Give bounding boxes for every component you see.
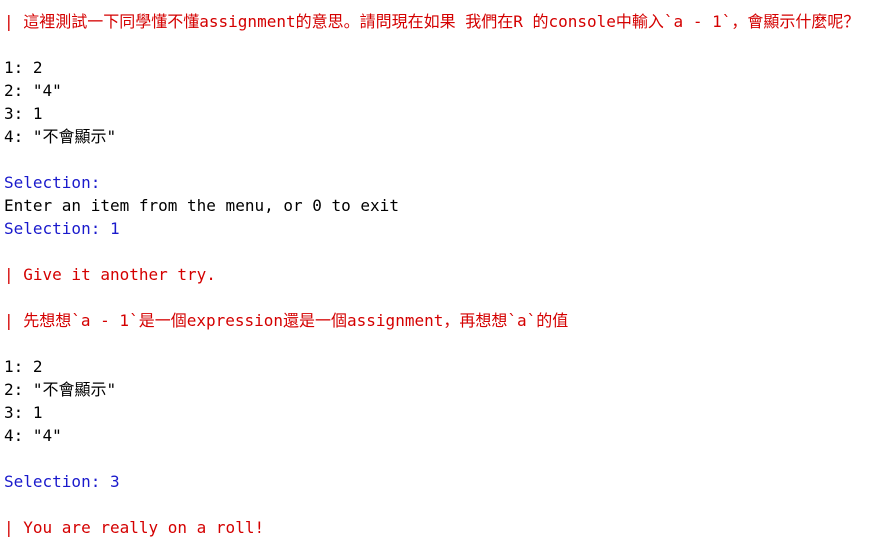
menu-option-2: 2: "4" [4,81,62,100]
feedback-try-again: | Give it another try. [4,265,216,284]
menu-option-1: 1: 2 [4,357,43,376]
menu-option-4: 4: "4" [4,426,62,445]
menu-option-2: 2: "不會顯示" [4,380,117,399]
selection-answer-3: Selection: 3 [4,472,120,491]
selection-answer-1: Selection: 1 [4,219,120,238]
hint-text: | 先想想`a - 1`是一個expression還是一個assignment，… [4,311,569,330]
menu-option-3: 3: 1 [4,104,43,123]
menu-option-3: 3: 1 [4,403,43,422]
menu-option-1: 1: 2 [4,58,43,77]
feedback-correct: | You are really on a roll! [4,518,265,537]
question-text: | 這裡測試一下同學懂不懂assignment的意思。請問現在如果 我們在R 的… [4,12,860,31]
selection-prompt: Selection: [4,173,101,192]
menu-option-4: 4: "不會顯示" [4,127,117,146]
console-output: | 這裡測試一下同學懂不懂assignment的意思。請問現在如果 我們在R 的… [4,10,864,539]
enter-item-prompt: Enter an item from the menu, or 0 to exi… [4,196,399,215]
